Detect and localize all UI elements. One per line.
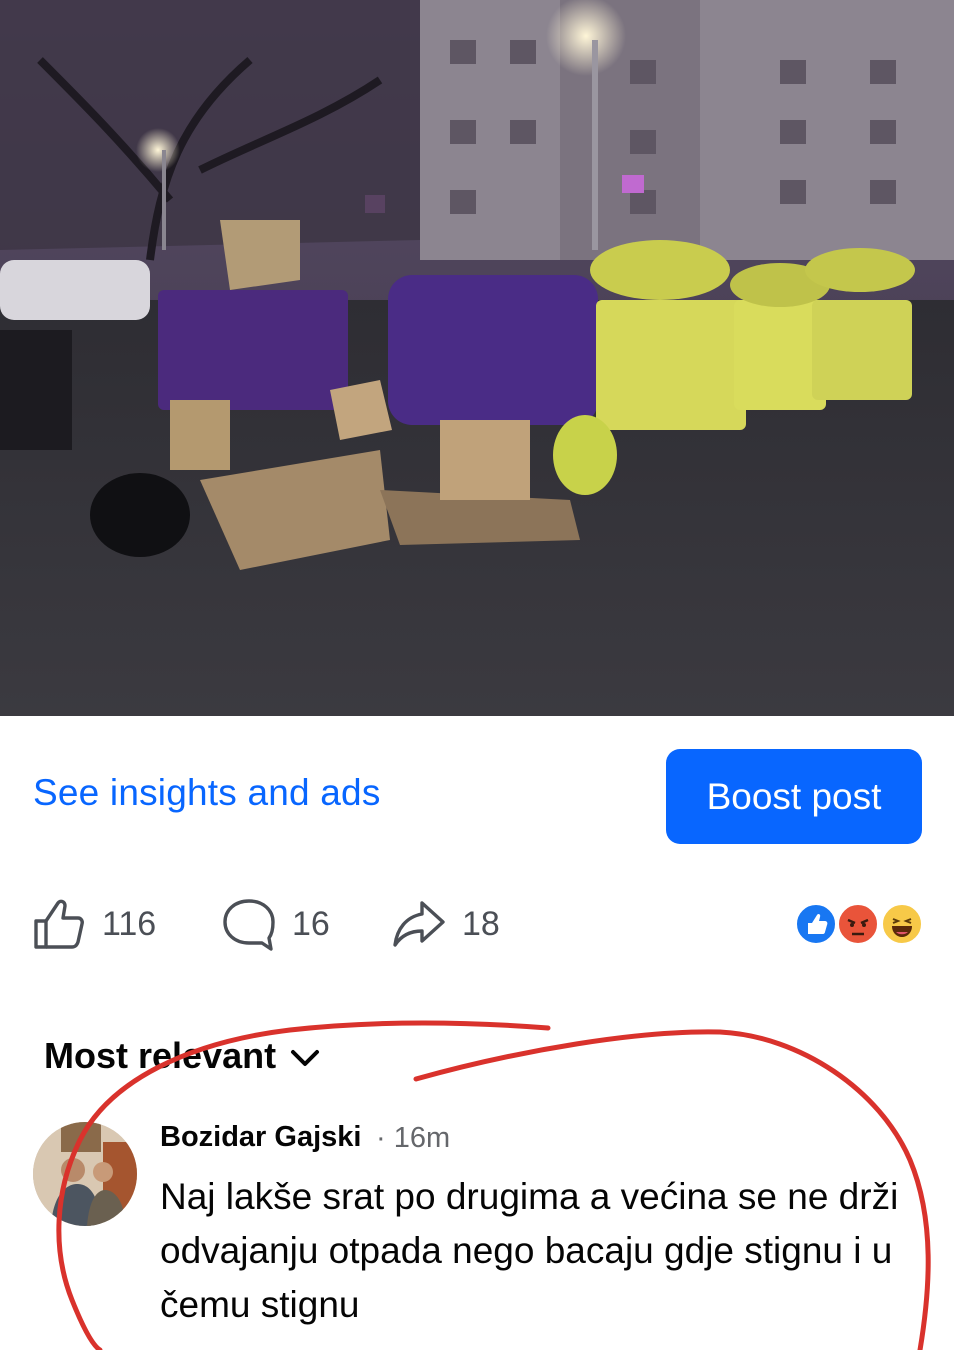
comment-icon [222,897,276,951]
reactions-summary[interactable] [794,902,924,946]
like-button[interactable]: 116 [32,895,156,953]
angry-reaction-icon [836,902,880,946]
chevron-down-icon [290,1035,320,1077]
comment-button[interactable]: 16 [222,895,330,953]
photo-illustration [0,0,954,716]
share-button[interactable]: 18 [392,895,500,953]
like-count: 116 [102,904,157,943]
comment-text: Naj lakše srat po drugima a većina se ne… [160,1176,899,1325]
boost-post-button[interactable]: Boost post [666,749,922,844]
sort-label: Most relevant [44,1035,277,1076]
comment-author[interactable]: Bozidar Gajski [160,1121,361,1154]
see-insights-link[interactable]: See insights and ads [33,772,381,814]
avatar[interactable] [33,1122,137,1226]
comment-sort-dropdown[interactable]: Most relevant [44,1035,320,1077]
thumbs-up-icon [32,897,86,951]
comment-time: · 16m [376,1122,451,1154]
post-photo[interactable] [0,0,954,716]
like-reaction-icon [794,902,838,946]
share-arrow-icon [392,897,446,951]
share-count: 18 [462,904,500,943]
comment-count: 16 [292,904,330,943]
haha-reaction-icon [880,902,924,946]
